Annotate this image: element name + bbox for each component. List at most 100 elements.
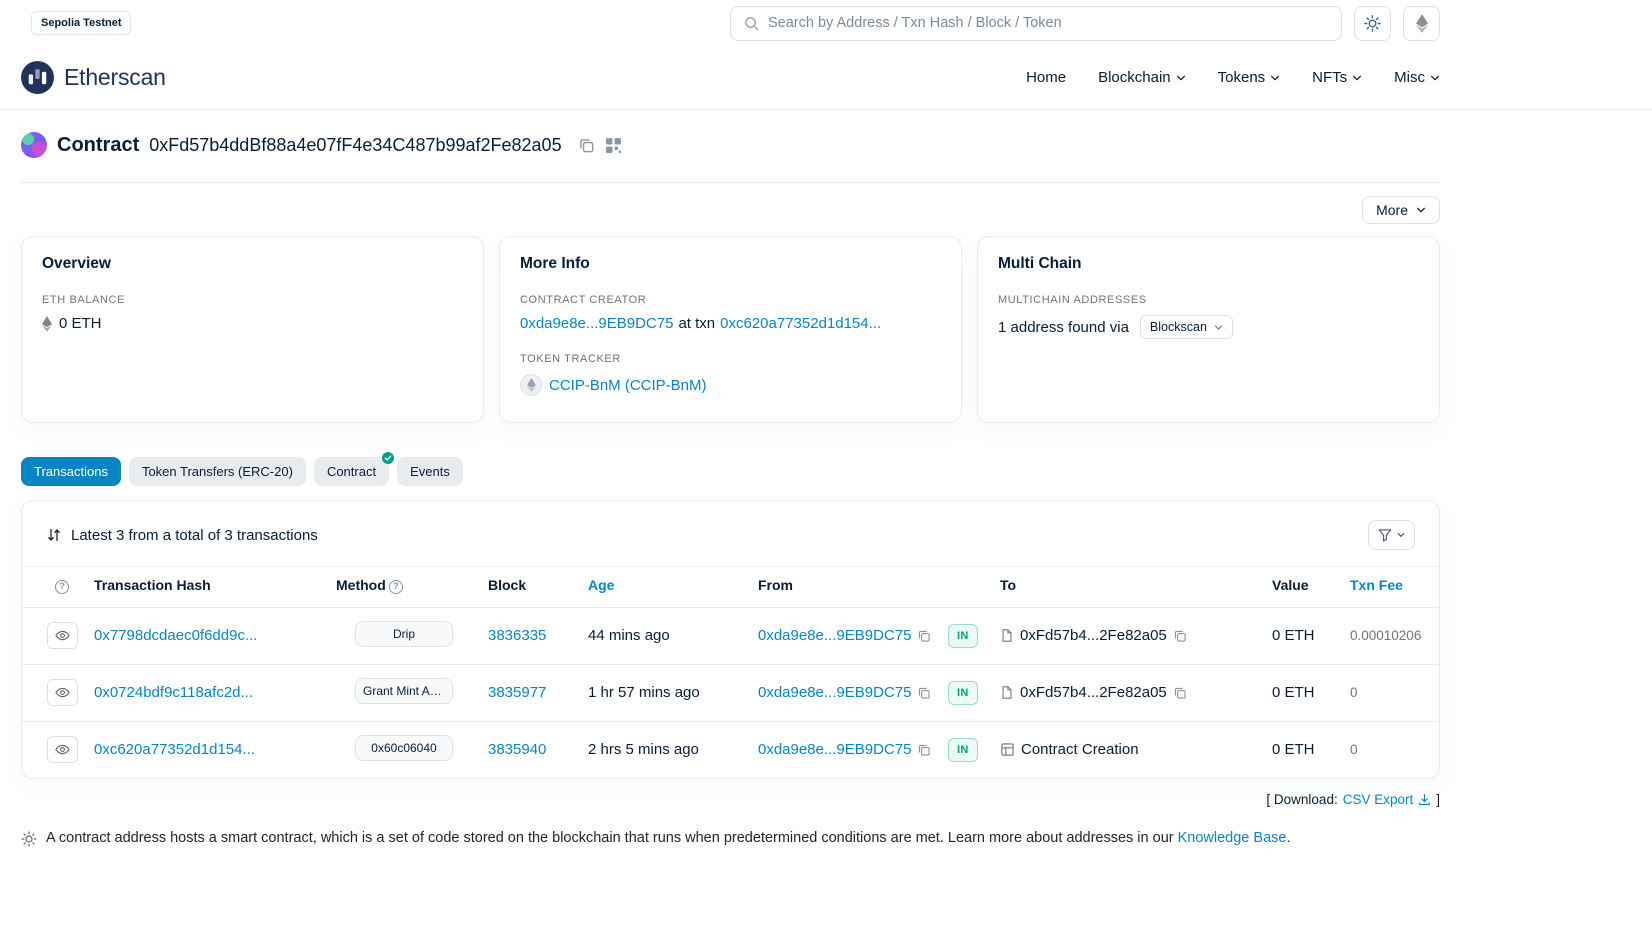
footer-note: A contract address hosts a smart contrac… bbox=[21, 830, 1440, 907]
blockscan-dropdown[interactable]: Blockscan bbox=[1140, 315, 1233, 339]
contract-creation-icon bbox=[1000, 742, 1015, 757]
transaction-row: 0xc620a77352d1d154... 0x60c06040 3835940… bbox=[22, 721, 1439, 778]
col-block: Block bbox=[488, 577, 526, 593]
copy-icon[interactable] bbox=[1173, 686, 1187, 700]
block-link[interactable]: 3835940 bbox=[488, 741, 546, 758]
value-text: 0 ETH bbox=[1272, 684, 1315, 701]
contract-file-icon bbox=[1000, 685, 1014, 700]
block-link[interactable]: 3835977 bbox=[488, 684, 546, 701]
creator-txn-link[interactable]: 0xc620a77352d1d154... bbox=[720, 315, 881, 332]
chevron-down-icon bbox=[1214, 323, 1223, 332]
col-to: To bbox=[1000, 577, 1016, 593]
col-transaction-hash: Transaction Hash bbox=[94, 577, 211, 593]
direction-badge: IN bbox=[948, 738, 978, 762]
tab-transactions[interactable]: Transactions bbox=[21, 457, 121, 486]
creator-address-link[interactable]: 0xda9e8e...9EB9DC75 bbox=[520, 315, 673, 332]
more-button[interactable]: More bbox=[1362, 196, 1440, 224]
divider bbox=[21, 182, 1440, 183]
transaction-row: 0x7798dcdaec0f6dd9c... Drip 3836335 44 m… bbox=[22, 607, 1439, 664]
address-avatar bbox=[21, 132, 47, 158]
topbar: Sepolia Testnet bbox=[0, 0, 1652, 46]
brand-logo[interactable]: Etherscan bbox=[21, 61, 166, 94]
block-link[interactable]: 3836335 bbox=[488, 627, 546, 644]
txn-hash-link[interactable]: 0x0724bdf9c118afc2d... bbox=[94, 684, 253, 701]
txn-hash-link[interactable]: 0xc620a77352d1d154... bbox=[94, 741, 255, 758]
site-header: Etherscan Home Blockchain Tokens NFTs Mi… bbox=[0, 46, 1652, 110]
copy-icon[interactable] bbox=[1173, 629, 1187, 643]
token-logo-icon bbox=[520, 374, 542, 396]
tab-token-transfers[interactable]: Token Transfers (ERC-20) bbox=[129, 457, 306, 486]
summary-cards: Overview ETH BALANCE 0 ETH More Info CON… bbox=[21, 236, 1440, 423]
copy-icon[interactable] bbox=[917, 686, 931, 700]
main-content: Contract 0xFd57b4ddBf88a4e07fF4e34C487b9… bbox=[21, 110, 1440, 907]
help-icon: ? bbox=[55, 580, 69, 594]
nav-label: Tokens bbox=[1218, 69, 1266, 86]
contract-address: 0xFd57b4ddBf88a4e07fF4e34C487b99af2Fe82a… bbox=[149, 135, 561, 156]
creator-at-txn-text: at txn bbox=[678, 315, 715, 332]
txn-hash-link[interactable]: 0x7798dcdaec0f6dd9c... bbox=[94, 627, 257, 644]
contract-creator-label: CONTRACT CREATOR bbox=[520, 294, 941, 306]
method-badge: 0x60c06040 bbox=[355, 735, 453, 761]
age-text: 2 hrs 5 mins ago bbox=[588, 741, 699, 758]
theme-toggle-button[interactable] bbox=[1354, 6, 1391, 41]
more-info-card: More Info CONTRACT CREATOR 0xda9e8e...9E… bbox=[499, 236, 962, 423]
search-icon bbox=[744, 16, 759, 31]
search-input[interactable] bbox=[768, 15, 1328, 31]
txn-preview-button[interactable] bbox=[47, 622, 78, 649]
nav-item-nfts[interactable]: NFTs bbox=[1312, 69, 1362, 86]
tab-events[interactable]: Events bbox=[397, 457, 463, 486]
token-tracker-label: TOKEN TRACKER bbox=[520, 353, 941, 365]
txn-preview-button[interactable] bbox=[47, 736, 78, 763]
network-badge[interactable]: Sepolia Testnet bbox=[31, 11, 131, 35]
to-address: 0xFd57b4...2Fe82a05 bbox=[1020, 684, 1167, 701]
age-text: 1 hr 57 mins ago bbox=[588, 684, 700, 701]
main-nav: Home Blockchain Tokens NFTs Misc bbox=[1026, 69, 1440, 86]
more-row: More bbox=[21, 196, 1440, 224]
footer-note-text: A contract address hosts a smart contrac… bbox=[46, 830, 1290, 846]
chevron-down-icon bbox=[1397, 531, 1405, 539]
etherscan-logo-icon bbox=[21, 61, 54, 94]
txn-fee-text: 0.00010206 bbox=[1350, 628, 1421, 643]
nav-item-tokens[interactable]: Tokens bbox=[1218, 69, 1281, 86]
transactions-card: Latest 3 from a total of 3 transactions … bbox=[21, 500, 1440, 779]
brand-name: Etherscan bbox=[64, 64, 166, 91]
to-address: 0xFd57b4...2Fe82a05 bbox=[1020, 627, 1167, 644]
token-tracker-link[interactable]: CCIP-BnM (CCIP-BnM) bbox=[549, 377, 707, 394]
col-txn-fee-toggle[interactable]: Txn Fee bbox=[1350, 577, 1403, 593]
download-prefix: [ Download: bbox=[1266, 792, 1337, 807]
page-title: Contract bbox=[57, 134, 139, 157]
csv-export-link[interactable]: CSV Export bbox=[1343, 792, 1432, 807]
overview-card-title: Overview bbox=[42, 255, 463, 273]
col-value: Value bbox=[1272, 577, 1309, 593]
sort-icon[interactable] bbox=[46, 527, 62, 543]
overview-card: Overview ETH BALANCE 0 ETH bbox=[21, 236, 484, 423]
nav-item-blockchain[interactable]: Blockchain bbox=[1098, 69, 1186, 86]
nav-label: Home bbox=[1026, 69, 1066, 86]
knowledge-base-link[interactable]: Knowledge Base bbox=[1178, 830, 1287, 846]
tab-contract[interactable]: Contract bbox=[314, 457, 389, 486]
value-text: 0 ETH bbox=[1272, 741, 1315, 758]
qr-code-button[interactable] bbox=[605, 137, 622, 154]
csv-export-label: CSV Export bbox=[1343, 792, 1414, 807]
copy-address-button[interactable] bbox=[578, 137, 595, 154]
eye-icon bbox=[55, 685, 70, 700]
from-address-link[interactable]: 0xda9e8e...9EB9DC75 bbox=[758, 627, 911, 644]
multichain-found-text: 1 address found via bbox=[998, 319, 1129, 336]
col-age-toggle[interactable]: Age bbox=[588, 577, 614, 593]
copy-icon[interactable] bbox=[917, 629, 931, 643]
col-from: From bbox=[758, 577, 793, 593]
age-text: 44 mins ago bbox=[588, 627, 670, 644]
from-address-link[interactable]: 0xda9e8e...9EB9DC75 bbox=[758, 684, 911, 701]
network-selector-button[interactable] bbox=[1403, 6, 1440, 41]
nav-item-home[interactable]: Home bbox=[1026, 69, 1066, 86]
copy-icon[interactable] bbox=[917, 743, 931, 757]
eye-icon bbox=[55, 628, 70, 643]
transactions-table: ? Transaction Hash Method? Block Age Fro… bbox=[22, 566, 1439, 778]
download-icon bbox=[1418, 793, 1431, 806]
filter-button[interactable] bbox=[1368, 520, 1415, 550]
search-box bbox=[730, 6, 1342, 41]
txn-preview-button[interactable] bbox=[47, 679, 78, 706]
download-row: [ Download: CSV Export ] bbox=[21, 792, 1440, 807]
from-address-link[interactable]: 0xda9e8e...9EB9DC75 bbox=[758, 741, 911, 758]
nav-item-misc[interactable]: Misc bbox=[1394, 69, 1440, 86]
